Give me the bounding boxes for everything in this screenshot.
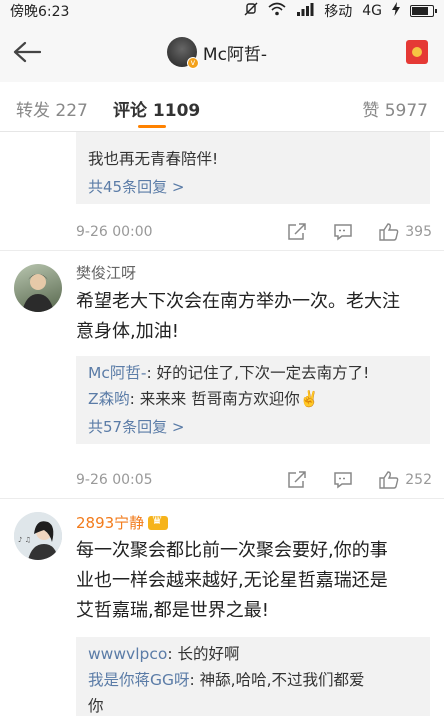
thumbs-up-icon <box>379 223 399 241</box>
comment-time: 9-26 00:05 <box>76 472 153 488</box>
tab-likes[interactable]: 赞 5977 <box>362 96 428 121</box>
reply-box[interactable]: Mc阿哲-: 好的记住了,下次一定去南方了! Z森哟: 来来来 哲哥南方欢迎你✌… <box>76 356 430 444</box>
gift-icon <box>406 40 428 64</box>
divider <box>0 250 444 251</box>
reply-line: 我也再无青春陪伴! <box>88 150 219 168</box>
reply-line: 你 <box>88 693 418 716</box>
reply-text: : 神舔,哈哈,不过我们都爱 <box>189 671 365 689</box>
vip-crown-icon <box>148 513 169 530</box>
reply-box[interactable]: wwwvlpco: 长的好啊 我是你蒋GG呀: 神舔,哈哈,不过我们都爱 你 <box>76 637 430 716</box>
comment-text: 希望老大下次会在南方举办一次。老大注 意身体,加油! <box>76 287 432 347</box>
comment-text-line: 希望老大下次会在南方举办一次。老大注 <box>76 291 400 312</box>
tab-comments[interactable]: 评论 1109 <box>113 96 200 121</box>
back-button[interactable] <box>0 22 54 82</box>
gift-button[interactable] <box>390 22 444 82</box>
charging-icon <box>392 2 400 20</box>
reply-author[interactable]: 我是你蒋GG呀 <box>88 671 190 689</box>
share-button[interactable] <box>287 471 307 489</box>
comment-text-line: 艾哲嘉瑞,都是世界之最! <box>76 600 269 621</box>
status-bar: 傍晚6:23 移动 4G <box>0 0 444 22</box>
reply-button[interactable] <box>333 223 353 241</box>
more-replies-link[interactable]: 共45条回复 > <box>88 174 418 200</box>
verified-icon: v <box>186 57 199 69</box>
svg-text:♪ ♫: ♪ ♫ <box>18 536 31 544</box>
reply-line: 我是你蒋GG呀: 神舔,哈哈,不过我们都爱 <box>88 667 418 693</box>
comment-text-line: 每一次聚会都比前一次聚会要好,你的事 <box>76 540 388 561</box>
reply-line: Mc阿哲-: 好的记住了,下次一定去南方了! <box>88 360 418 386</box>
comment-meta: 9-26 00:00 395 <box>76 220 432 244</box>
battery-icon <box>410 5 437 17</box>
comment-text-line: 意身体,加油! <box>76 321 179 342</box>
avatar[interactable]: v <box>166 37 199 69</box>
share-button[interactable] <box>287 223 307 241</box>
carrier-label: 移动 <box>324 4 353 20</box>
nav-user[interactable]: v Mc阿哲- <box>54 37 380 69</box>
comment-icon <box>334 472 353 489</box>
avatar[interactable] <box>14 264 62 312</box>
avatar[interactable]: ♪ ♫ <box>14 512 62 560</box>
back-arrow-icon <box>13 41 41 63</box>
comment-text: 每一次聚会都比前一次聚会要好,你的事 业也一样会越来越好,无论星哲嘉瑞还是 艾哲… <box>76 536 432 626</box>
reply-text: 你 <box>88 697 104 715</box>
comment-text-line: 业也一样会越来越好,无论星哲嘉瑞还是 <box>76 570 388 591</box>
comment-author[interactable]: 2893宁静 <box>76 512 169 533</box>
reply-line: wwwvlpco: 长的好啊 <box>88 641 418 667</box>
battery-level <box>412 7 429 15</box>
reply-box[interactable]: 我也再无青春陪伴! 共45条回复 > <box>76 132 430 204</box>
network-label: 4G <box>362 3 382 19</box>
reply-text: : 好的记住了,下次一定去南方了! <box>146 364 370 382</box>
status-time: 傍晚6:23 <box>10 4 70 20</box>
reply-button[interactable] <box>333 471 353 489</box>
like-button[interactable]: 395 <box>379 223 432 241</box>
comment-author-name: 2893宁静 <box>76 514 145 532</box>
share-icon <box>288 223 307 240</box>
reply-line: Z森哟: 来来来 哲哥南方欢迎你✌️ <box>88 386 418 412</box>
reply-line-clipped <box>88 132 418 146</box>
reply-author[interactable]: wwwvlpco <box>88 645 167 663</box>
signal-icon <box>296 2 314 20</box>
share-icon <box>288 471 307 488</box>
mute-icon <box>244 2 258 20</box>
divider <box>0 498 444 499</box>
comment-time: 9-26 00:00 <box>76 224 153 240</box>
comment-meta: 9-26 00:05 252 <box>76 468 432 492</box>
comment-list[interactable]: 我也再无青春陪伴! 共45条回复 > 9-26 00:00 395 樊俊江呀 希… <box>0 132 444 716</box>
reply-author[interactable]: Mc阿哲- <box>88 364 147 382</box>
comment-author[interactable]: 樊俊江呀 <box>76 262 136 283</box>
tab-bar: 转发 227 评论 1109 赞 5977 <box>0 82 444 132</box>
like-count: 395 <box>405 224 432 240</box>
status-icons: 移动 4G <box>244 1 437 21</box>
reply-author[interactable]: Z森哟 <box>88 390 130 408</box>
reply-text: : 长的好啊 <box>167 645 240 663</box>
more-replies-link[interactable]: 共57条回复 > <box>88 414 418 440</box>
active-tab-indicator <box>138 125 166 128</box>
like-button[interactable]: 252 <box>379 471 432 489</box>
reply-text: : 来来来 哲哥南方欢迎你✌️ <box>129 390 320 408</box>
tab-reposts[interactable]: 转发 227 <box>16 96 88 121</box>
like-count: 252 <box>405 472 432 488</box>
comment-icon <box>334 224 353 241</box>
page-title: Mc阿哲- <box>202 44 268 65</box>
nav-bar: v Mc阿哲- <box>0 22 444 82</box>
wifi-icon <box>268 2 286 20</box>
thumbs-up-icon <box>379 471 399 489</box>
